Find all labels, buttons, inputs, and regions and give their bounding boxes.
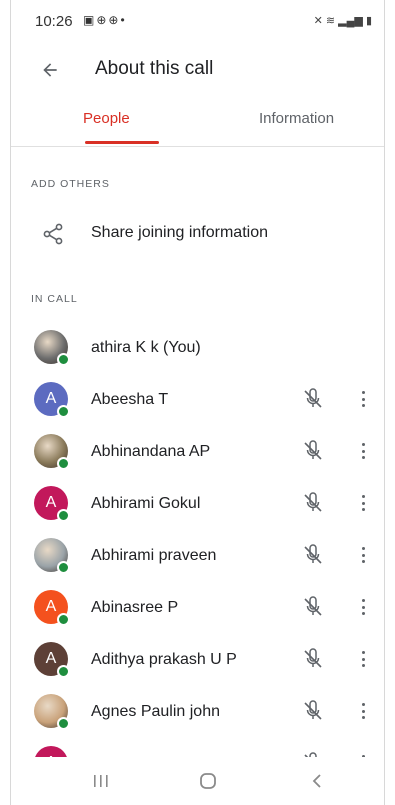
online-status-dot [57,353,70,366]
status-notification-icons: ▣⊕⊕• [83,13,127,27]
image-icon: ▣ [83,13,97,27]
more-options-icon[interactable] [358,699,368,723]
tab-information-label: Information [259,110,335,127]
mic-off-icon [301,699,325,723]
settings-icon: ⊕ [108,13,121,27]
share-joining-info-button[interactable]: Share joining information [11,210,384,258]
share-joining-info-label: Share joining information [91,224,268,241]
mic-off-icon [301,491,325,515]
online-status-dot [57,405,70,418]
arrow-back-icon [43,63,57,77]
section-label-add-others: ADD OTHERS [31,178,110,190]
avatar: A [34,642,70,678]
more-options-icon[interactable] [358,491,368,515]
avatar [34,694,70,730]
participant-row[interactable]: Agnes Paulin john [11,686,384,738]
participant-row[interactable]: Abhirami praveen [11,530,384,582]
participant-name: Abhinandana AP [91,443,211,460]
more-options-icon[interactable] [358,543,368,567]
more-options-icon[interactable] [358,595,368,619]
participant-name: Adithya prakash U P [91,651,237,668]
avatar [34,330,70,366]
tab-bar: People Information [11,98,384,147]
participant-name: Agnes Paulin john [91,703,220,720]
home-button[interactable] [196,771,220,791]
tab-people[interactable]: People [83,110,159,144]
signal-icon: ▂▄▆ [338,15,363,27]
home-icon [200,773,216,789]
avatar-initial: A [45,650,57,667]
avatar: A [34,486,70,522]
system-navigation-bar [11,757,384,805]
battery-icon: ▮ [365,15,372,27]
avatar-initial: A [45,494,57,511]
recent-apps-button[interactable] [89,771,113,791]
tab-active-indicator [85,141,159,144]
wifi-icon: ≋ [325,15,336,27]
online-status-dot [57,561,70,574]
page-title: About this call [95,58,214,79]
mic-off-icon [301,595,325,619]
participants-list: athira K k (You) A Abeesha T Abhinandana AP… [11,322,384,790]
status-time: 10:26 [35,13,73,30]
avatar-initial: A [45,598,57,615]
participant-name: athira K k (You) [91,339,201,356]
status-system-icons: ✕ ≋ ▂▄▆ ▮ [314,14,372,27]
back-button[interactable] [33,53,67,87]
online-status-dot [57,665,70,678]
more-options-icon[interactable] [358,387,368,411]
participant-name: Abinasree P [91,599,179,616]
participant-row[interactable]: A Abeesha T [11,374,384,426]
online-status-dot [57,717,70,730]
avatar: A [34,382,70,418]
participant-name: Abhirami praveen [91,547,217,564]
settings-icon: ⊕ [96,13,109,27]
section-label-in-call: IN CALL [31,293,78,305]
app-bar: About this call [11,45,384,95]
more-options-icon[interactable] [358,647,368,671]
mic-off-icon [301,647,325,671]
online-status-dot [57,457,70,470]
mute-icon: ✕ [313,15,323,27]
recent-apps-icon [94,775,108,787]
dot-icon: • [120,13,127,27]
tab-information[interactable]: Information [259,110,334,127]
participant-row[interactable]: A Abinasree P [11,582,384,634]
app-screen: 10:26 ▣⊕⊕• ✕ ≋ ▂▄▆ ▮ About this call Peo… [10,0,385,805]
mic-off-icon [301,543,325,567]
more-options-icon[interactable] [358,439,368,463]
mic-off-icon [301,439,325,463]
avatar-initial: A [45,390,57,407]
participant-name: Abhirami Gokul [91,495,201,512]
participant-row[interactable]: Abhinandana AP [11,426,384,478]
participant-row[interactable]: A Adithya prakash U P [11,634,384,686]
nav-back-button[interactable] [305,771,329,791]
status-bar: 10:26 ▣⊕⊕• ✕ ≋ ▂▄▆ ▮ [11,0,384,40]
online-status-dot [57,613,70,626]
mic-off-icon [301,387,325,411]
participant-name: Abeesha T [91,391,169,408]
share-icon [43,223,63,245]
avatar: A [34,590,70,626]
online-status-dot [57,509,70,522]
participant-row[interactable]: A Abhirami Gokul [11,478,384,530]
avatar [34,538,70,574]
participant-row[interactable]: athira K k (You) [11,322,384,374]
tab-people-label: People [83,110,130,127]
chevron-left-icon [312,774,321,788]
avatar [34,434,70,470]
